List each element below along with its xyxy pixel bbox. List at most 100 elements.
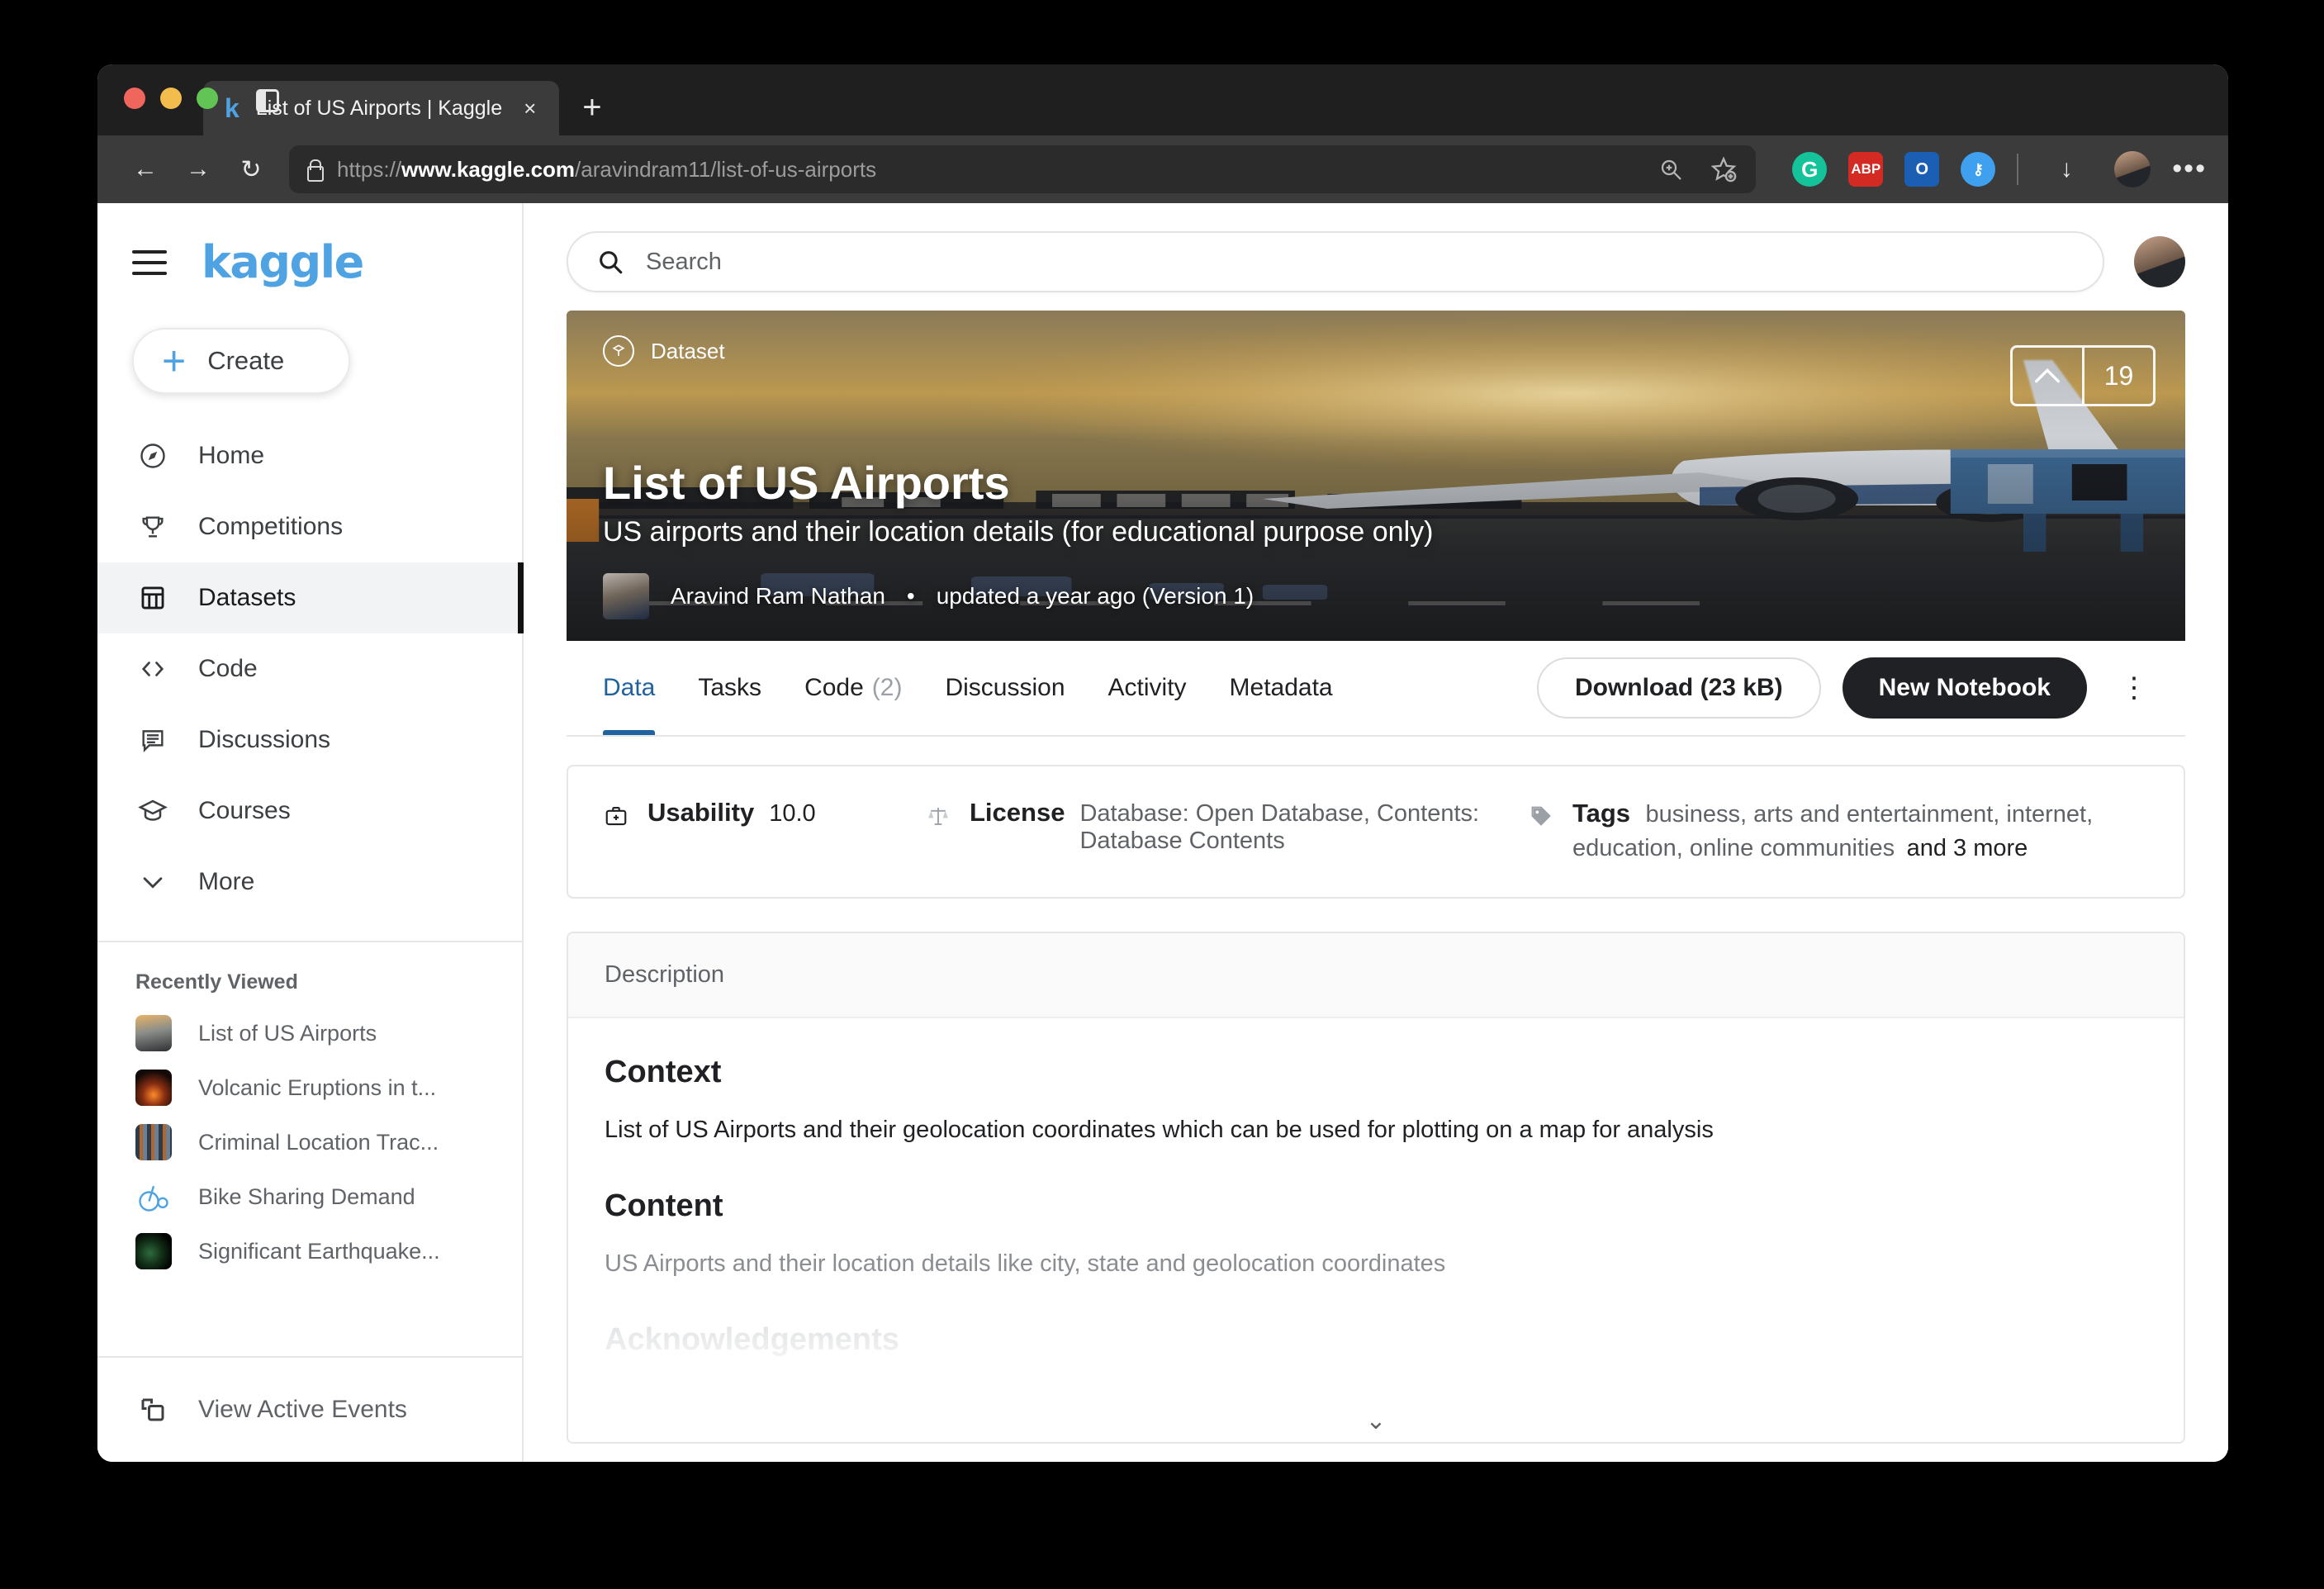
sidebar-item-label: Discussions: [198, 726, 331, 753]
back-button[interactable]: ←: [119, 155, 172, 183]
zoom-search-icon[interactable]: [1655, 154, 1686, 185]
dataset-badge-icon: [603, 335, 634, 367]
tab-label: Metadata: [1229, 674, 1333, 701]
dataset-thumbnail: [135, 1015, 172, 1051]
password-key-extension-icon[interactable]: ⚷: [1961, 152, 1996, 187]
usability-kit-icon: [601, 801, 631, 831]
kaggle-sidebar: kaggle + Create Home Competitions Datase…: [97, 203, 524, 1462]
lock-icon: [306, 159, 324, 182]
description-card: Description Context List of US Airports …: [567, 932, 2185, 1444]
tab-label: Activity: [1107, 674, 1187, 701]
dataset-badge-label: Dataset: [651, 338, 725, 363]
list-item[interactable]: Volcanic Eruptions in t...: [97, 1060, 522, 1115]
add-favorite-star-icon[interactable]: [1708, 154, 1739, 185]
downloads-icon[interactable]: ↓: [2040, 155, 2093, 183]
tab-data[interactable]: Data: [603, 641, 656, 735]
table-icon: [135, 581, 170, 615]
browser-profile-avatar[interactable]: [2114, 151, 2151, 187]
user-avatar[interactable]: [2134, 236, 2185, 287]
dataset-thumbnail: [135, 1179, 172, 1215]
sidebar-item-courses[interactable]: Courses: [97, 776, 522, 847]
tab-activity[interactable]: Activity: [1108, 641, 1187, 735]
toolbar-divider: [2017, 154, 2019, 185]
meta-row: Usability 10.0 License Database: Open Da…: [568, 766, 2184, 897]
view-active-events-label: View Active Events: [198, 1396, 407, 1423]
view-active-events-button[interactable]: View Active Events: [97, 1356, 522, 1462]
forward-button[interactable]: →: [172, 155, 225, 183]
sidebar-item-code[interactable]: Code: [97, 633, 522, 704]
window-traffic-lights: [124, 88, 218, 109]
tags-more-link[interactable]: and 3 more: [1907, 835, 2028, 861]
dataset-thumbnail: [135, 1070, 172, 1106]
minimize-window-button[interactable]: [160, 88, 182, 109]
maximize-window-button[interactable]: [197, 88, 218, 109]
search-input[interactable]: Search: [567, 231, 2104, 292]
adblock-plus-extension-icon[interactable]: ABP: [1848, 152, 1884, 187]
author-row: Aravind Ram Nathan • updated a year ago …: [603, 573, 2149, 619]
reload-button[interactable]: ↻: [225, 155, 277, 184]
create-button[interactable]: + Create: [132, 328, 350, 394]
sidebar-item-home[interactable]: Home: [97, 420, 522, 491]
recently-viewed-title: Recently Viewed: [135, 970, 298, 994]
more-options-kebab-icon[interactable]: ⋮: [2108, 674, 2160, 702]
close-tab-icon[interactable]: ×: [519, 97, 541, 119]
new-notebook-button[interactable]: New Notebook: [1842, 657, 2087, 719]
address-bar[interactable]: https://www.kaggle.com/aravindram11/list…: [289, 145, 1757, 193]
new-tab-button[interactable]: +: [582, 91, 601, 124]
browser-tab-strip: k List of US Airports | Kaggle × +: [97, 64, 2228, 135]
close-window-button[interactable]: [124, 88, 145, 109]
list-item[interactable]: Bike Sharing Demand: [97, 1169, 522, 1224]
browser-toolbar: ← → ↻ https://www.kaggle.com/aravindram1…: [97, 135, 2228, 203]
browser-menu-icon[interactable]: •••: [2172, 155, 2207, 183]
hero-content: Dataset List of US Airports US airports …: [567, 311, 2185, 641]
grammarly-extension-icon[interactable]: G: [1792, 152, 1828, 187]
chevron-down-icon: [135, 865, 170, 899]
sidebar-item-more[interactable]: More: [97, 847, 522, 918]
outlook-extension-icon[interactable]: O: [1904, 152, 1940, 187]
extensions-row: G ABP O ⚷ ↓ •••: [1792, 151, 2207, 187]
content-heading: Content: [605, 1188, 723, 1224]
dataset-actions: Download (23 kB) New Notebook ⋮: [1536, 657, 2160, 719]
tab-label: Discussion: [945, 674, 1065, 701]
context-paragraph: List of US Airports and their geolocatio…: [605, 1117, 1714, 1144]
tab-label: Data: [603, 674, 656, 701]
copy-layers-icon: [135, 1392, 170, 1427]
dataset-type-badge: Dataset: [603, 335, 2149, 367]
url-path: /aravindram11/list-of-us-airports: [575, 156, 877, 182]
kaggle-favicon: k: [225, 93, 240, 123]
tags-block: Tags business, arts and entertainment, i…: [1526, 798, 2151, 866]
license-block: License Database: Open Database, Content…: [923, 798, 1526, 866]
list-item[interactable]: Criminal Location Trac...: [97, 1115, 522, 1169]
main-content: Search 19 Dataset List of US Airports US…: [524, 203, 2228, 1462]
sidebar-item-competitions[interactable]: Competitions: [97, 491, 522, 562]
comment-icon: [135, 723, 170, 757]
sidebar-item-datasets[interactable]: Datasets: [97, 562, 524, 633]
browser-sidebar-toggle-icon[interactable]: [256, 89, 279, 112]
tab-tasks[interactable]: Tasks: [698, 641, 761, 735]
description-header: Description: [568, 933, 2184, 1019]
tab-discussion[interactable]: Discussion: [945, 641, 1065, 735]
dataset-tab-bar: Data Tasks Code (2) Discussion Activity …: [567, 641, 2185, 737]
license-label: License: [970, 798, 1065, 827]
list-item[interactable]: List of US Airports: [97, 1006, 522, 1060]
sidebar-item-discussions[interactable]: Discussions: [97, 704, 522, 776]
author-name[interactable]: Aravind Ram Nathan: [671, 583, 885, 610]
search-icon: [596, 248, 624, 276]
top-search-bar: Search: [567, 203, 2185, 311]
kaggle-logo[interactable]: kaggle: [202, 236, 364, 288]
url-scheme: https://: [337, 156, 402, 182]
author-avatar[interactable]: [603, 573, 649, 619]
sidebar-item-label: Home: [198, 442, 265, 469]
expand-description-chevron-icon[interactable]: ⌄: [568, 1406, 2184, 1435]
scales-icon: [923, 801, 953, 831]
download-button[interactable]: Download (23 kB): [1536, 657, 1821, 719]
tab-metadata[interactable]: Metadata: [1230, 641, 1333, 735]
hamburger-menu-icon[interactable]: [132, 243, 167, 282]
list-item[interactable]: Significant Earthquake...: [97, 1224, 522, 1278]
tab-code[interactable]: Code (2): [804, 641, 902, 735]
page-subtitle: US airports and their location details (…: [603, 516, 1434, 548]
usability-block: Usability 10.0: [601, 798, 923, 866]
tab-label: Tasks: [698, 674, 762, 701]
sidebar-item-label: Datasets: [198, 584, 296, 611]
page-title: List of US Airports: [603, 457, 1010, 509]
